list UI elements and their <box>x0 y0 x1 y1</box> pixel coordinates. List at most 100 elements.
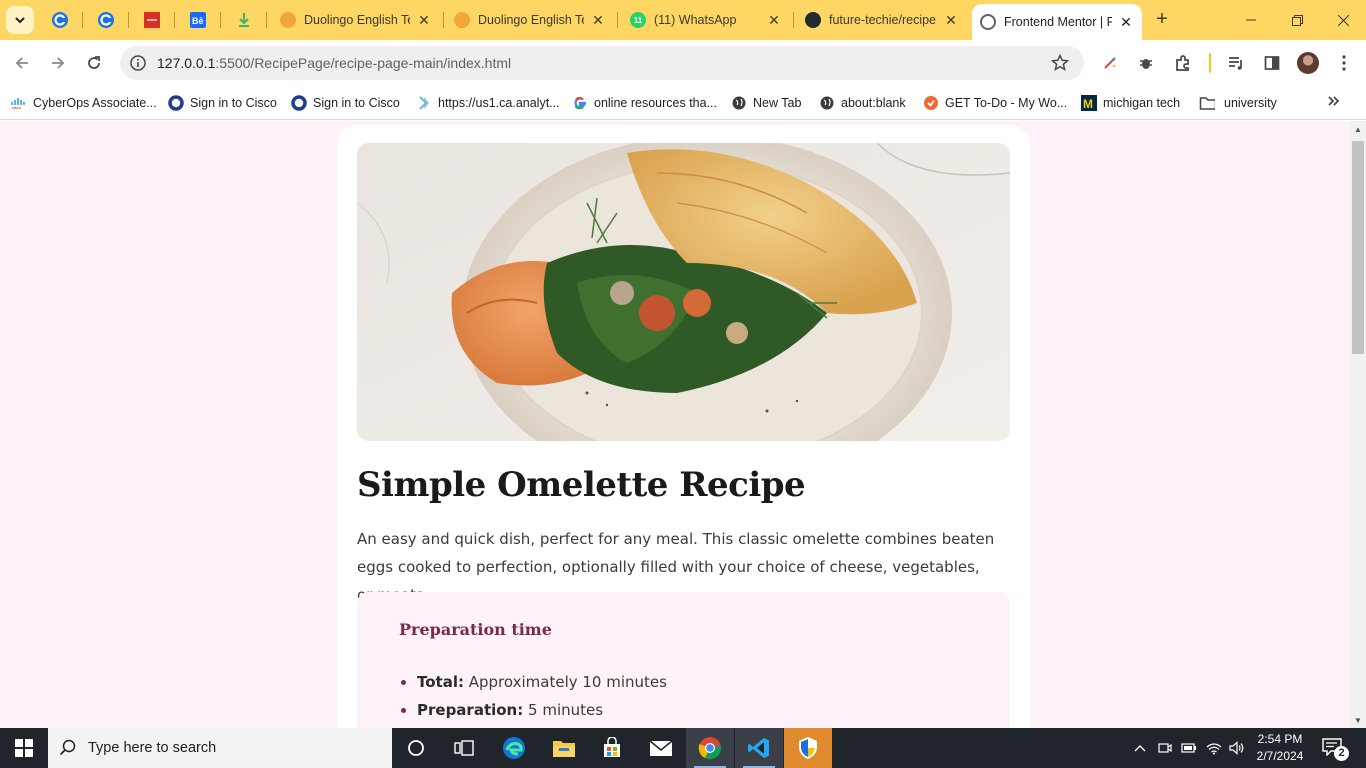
taskbar-mail[interactable] <box>637 728 685 768</box>
meet-now-icon[interactable] <box>1155 728 1175 768</box>
analytics-icon <box>416 95 432 111</box>
bookmark-about-blank[interactable]: about:blank <box>819 92 906 114</box>
recipe-card: Simple Omelette Recipe An easy and quick… <box>337 125 1030 728</box>
forward-button[interactable] <box>44 49 72 77</box>
page-viewport: Simple Omelette Recipe An easy and quick… <box>0 121 1350 728</box>
new-tab-button[interactable]: + <box>1150 8 1174 32</box>
vscode-icon <box>748 738 769 758</box>
color-picker-extension-icon[interactable] <box>1099 52 1121 74</box>
start-button[interactable] <box>0 728 48 768</box>
task-view-icon <box>454 740 474 756</box>
search-icon <box>48 739 88 757</box>
arrow-right-icon <box>52 57 65 69</box>
back-button[interactable] <box>8 49 36 77</box>
tab-duolingo-1[interactable]: Duolingo English Te ✕ <box>272 6 440 34</box>
task-view-button[interactable] <box>440 728 488 768</box>
taskbar-chrome[interactable] <box>686 728 734 768</box>
bookmark-star-icon[interactable] <box>1050 53 1070 73</box>
taskbar-edge[interactable] <box>490 728 538 768</box>
wifi-icon[interactable] <box>1203 728 1225 768</box>
bookmark-todo[interactable]: GET To-Do - My Wo... <box>923 92 1067 114</box>
notification-count-badge: 2 <box>1334 746 1349 761</box>
taskbar-search-box[interactable]: Type here to search <box>48 728 392 768</box>
github-icon <box>805 12 821 28</box>
page-scrollbar[interactable]: ▲ ▼ <box>1350 121 1366 728</box>
windows-logo-icon <box>15 739 33 757</box>
circle-o-icon <box>291 95 307 111</box>
tab-duolingo-2[interactable]: Duolingo English Te ✕ <box>446 6 614 34</box>
tab-github[interactable]: future-techie/recipe ✕ <box>797 6 967 34</box>
svg-text:M: M <box>1083 97 1093 111</box>
minimize-button[interactable] <box>1228 0 1274 40</box>
pinned-tab-5[interactable] <box>232 8 256 32</box>
c-logo-icon <box>52 12 68 28</box>
edge-icon <box>503 737 525 759</box>
preparation-time-heading: Preparation time <box>399 620 552 639</box>
info-icon[interactable] <box>128 53 148 73</box>
close-icon <box>1337 14 1349 26</box>
bookmark-cyberops[interactable]: cisco CyberOps Associate... <box>11 92 157 114</box>
windows-taskbar: Type here to search 2:54 PM 2/7/2024 2 <box>0 728 1366 768</box>
bookmarks-overflow-chevron-icon[interactable] <box>1322 90 1346 112</box>
cortana-button[interactable] <box>392 728 440 768</box>
close-icon[interactable]: ✕ <box>766 12 782 28</box>
pinned-tab-3[interactable] <box>140 8 164 32</box>
address-bar[interactable]: 127.0.0.1:5500/RecipePage/recipe-page-ma… <box>120 46 1084 80</box>
browser-toolbar: 127.0.0.1:5500/RecipePage/recipe-page-ma… <box>0 40 1366 86</box>
restore-button[interactable] <box>1274 0 1320 40</box>
close-icon[interactable]: ✕ <box>1118 14 1134 30</box>
bookmark-analytics[interactable]: https://us1.ca.analyt... <box>416 92 560 114</box>
scroll-down-arrow-icon[interactable]: ▼ <box>1350 712 1366 728</box>
side-panel-icon[interactable] <box>1261 52 1283 74</box>
tab-whatsapp[interactable]: 11 (11) WhatsApp ✕ <box>622 6 790 34</box>
list-item: Total: Approximately 10 minutes <box>399 668 667 696</box>
taskbar-store[interactable] <box>588 728 636 768</box>
reload-icon <box>88 56 100 69</box>
store-bag-icon <box>604 737 620 757</box>
bookmark-folder-university[interactable]: university <box>1199 92 1277 114</box>
clock-date: 2/7/2024 <box>1256 749 1304 763</box>
bookmark-new-tab[interactable]: New Tab <box>731 92 801 114</box>
kebab-menu-icon[interactable] <box>1333 52 1355 74</box>
circle-o-icon <box>168 95 184 111</box>
extensions-puzzle-icon[interactable] <box>1172 52 1194 74</box>
cortana-circle-icon <box>408 740 424 756</box>
volume-icon[interactable] <box>1227 728 1247 768</box>
taskbar-vscode[interactable] <box>735 728 783 768</box>
bookmark-sign-in-cisco-2[interactable]: Sign in to Cisco <box>291 92 400 114</box>
folder-icon <box>1199 95 1215 111</box>
scroll-up-arrow-icon[interactable]: ▲ <box>1350 121 1366 137</box>
bookmark-michigan-tech[interactable]: M michigan tech <box>1081 92 1180 114</box>
tab-search-button[interactable] <box>6 6 34 34</box>
taskbar-security-app[interactable] <box>784 728 832 768</box>
google-icon <box>572 95 588 111</box>
pinned-tab-2[interactable] <box>94 8 118 32</box>
bookmark-sign-in-cisco-1[interactable]: Sign in to Cisco <box>168 92 277 114</box>
behance-icon: Bē <box>190 12 206 28</box>
pinned-tab-1[interactable] <box>48 8 72 32</box>
pinned-tab-4[interactable]: Bē <box>186 8 210 32</box>
profile-avatar[interactable] <box>1297 52 1319 74</box>
media-controls-icon[interactable] <box>1225 52 1247 74</box>
svg-text:cisco: cisco <box>12 105 22 109</box>
recipe-title: Simple Omelette Recipe <box>357 465 806 505</box>
scroll-thumb[interactable] <box>1352 141 1364 354</box>
bookmark-online-resources[interactable]: online resources tha... <box>572 92 717 114</box>
close-icon[interactable]: ✕ <box>943 12 959 28</box>
reload-button[interactable] <box>80 49 108 77</box>
preparation-time-box: Preparation time Total: Approximately 10… <box>357 592 1010 728</box>
tray-overflow-chevron-icon[interactable] <box>1130 728 1150 768</box>
close-window-button[interactable] <box>1320 0 1366 40</box>
clock-time: 2:54 PM <box>1257 732 1303 746</box>
tab-frontend-mentor[interactable]: Frontend Mentor | F ✕ <box>972 4 1142 40</box>
close-icon[interactable]: ✕ <box>416 12 432 28</box>
todo-icon <box>923 95 939 111</box>
taskbar-file-explorer[interactable] <box>540 728 588 768</box>
bug-extension-icon[interactable] <box>1135 52 1157 74</box>
duolingo-icon <box>280 12 296 28</box>
taskbar-clock[interactable]: 2:54 PM 2/7/2024 <box>1248 731 1312 765</box>
chevron-down-icon <box>15 17 25 24</box>
battery-icon[interactable] <box>1179 728 1199 768</box>
globe-icon <box>980 14 996 30</box>
close-icon[interactable]: ✕ <box>590 12 606 28</box>
